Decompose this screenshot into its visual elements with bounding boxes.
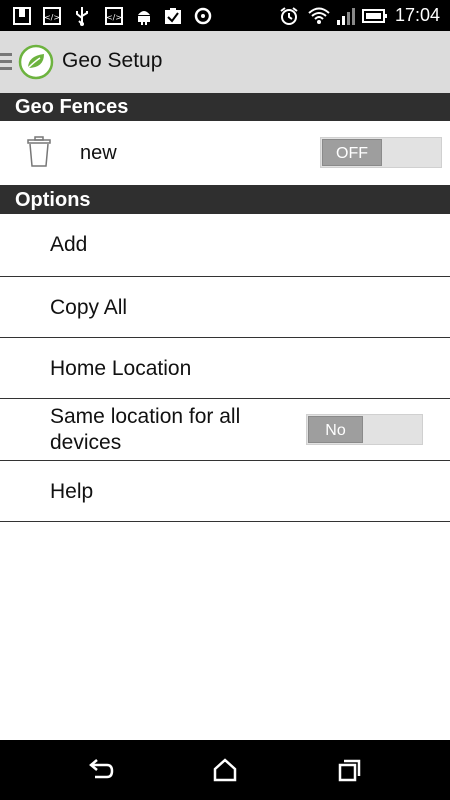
option-copy-all[interactable]: Copy All [0,277,450,338]
code-icon: </> [104,6,124,26]
android-debug-icon [134,6,154,26]
geo-fences-header: Geo Fences [0,93,450,121]
option-label: Help [50,480,94,503]
svg-text:</>: </> [44,13,60,22]
code-icon: </> [42,6,62,26]
geo-fence-toggle[interactable]: OFF [320,137,442,168]
toggle-knob-label: OFF [322,139,382,166]
option-label: Same location for all devices [50,405,241,454]
clipboard-check-icon [163,6,183,26]
home-icon[interactable] [211,757,239,783]
trash-icon[interactable] [26,136,52,168]
notification-icon [12,6,32,26]
svg-text:</>: </> [106,13,122,22]
signal-icon [336,6,356,26]
action-bar: Geo Setup [0,31,450,94]
toggle-knob-label: No [308,416,363,443]
leaf-logo-icon[interactable] [18,44,54,80]
option-add[interactable]: Add [0,214,450,277]
menu-icon[interactable] [0,51,12,73]
navigation-bar [0,740,450,800]
alarm-icon [279,6,299,26]
option-label: Copy All [50,296,128,319]
geo-fence-row[interactable]: new OFF [0,121,450,185]
geo-fence-name: new [80,142,117,164]
usb-icon [72,6,92,26]
options-header: Options [0,185,450,214]
same-location-toggle[interactable]: No [306,414,423,445]
wifi-icon [308,6,330,26]
sync-icon [193,6,213,26]
page-title: Geo Setup [62,49,163,72]
option-same-location[interactable]: Same location for all devices No [0,399,450,461]
recents-icon[interactable] [336,757,364,783]
back-icon[interactable] [87,757,115,783]
status-time: 17:04 [394,5,440,25]
option-label: Add [50,233,88,256]
option-label: Home Location [50,357,192,380]
status-bar: </> </> 17:04 [0,0,450,31]
option-home-location[interactable]: Home Location [0,338,450,399]
option-help[interactable]: Help [0,461,450,522]
battery-icon [362,6,388,26]
